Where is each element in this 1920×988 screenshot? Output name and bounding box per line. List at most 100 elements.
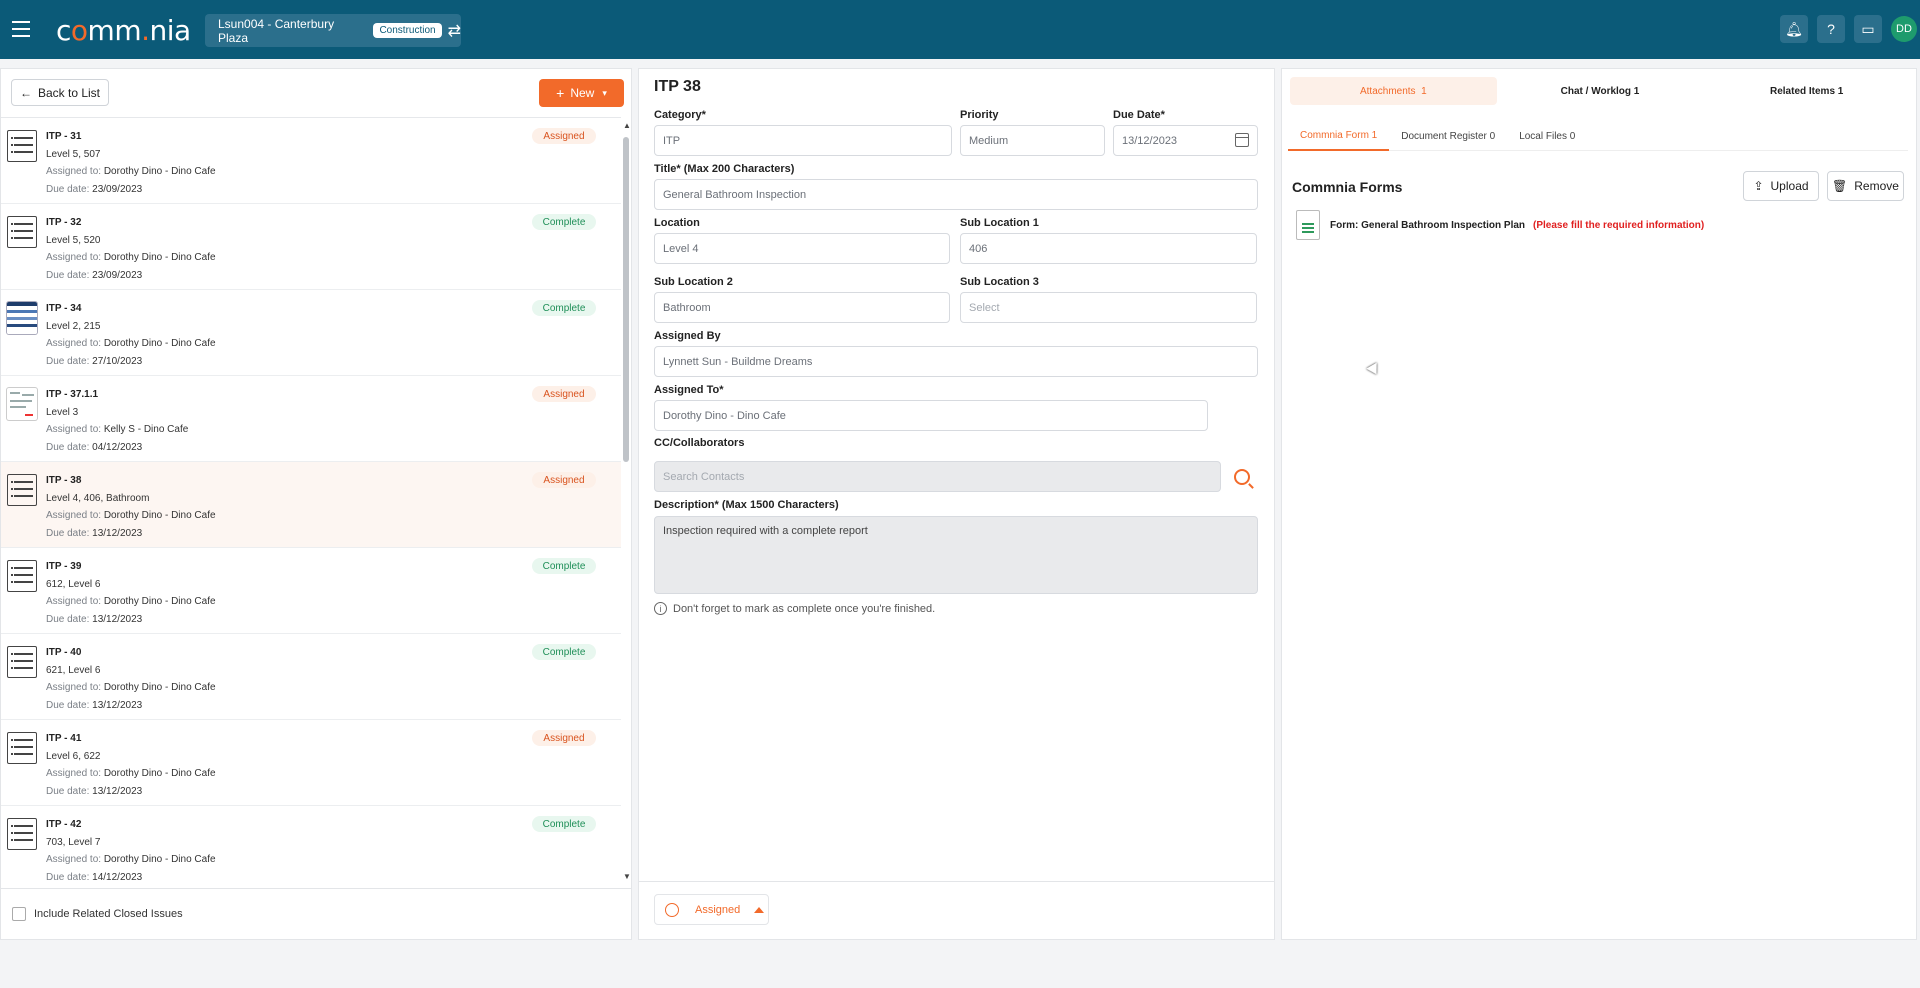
project-selector[interactable]: Lsun004 - Canterbury Plaza Construction … [205, 14, 461, 47]
item-due-date: Due date: 04/12/2023 [46, 442, 143, 453]
item-title: ITP - 42 [46, 819, 82, 830]
status-badge: Complete [532, 214, 596, 230]
menu-icon[interactable] [12, 21, 30, 37]
scroll-up-icon[interactable]: ▲ [623, 121, 631, 130]
list-item[interactable]: ITP - 32 Level 5, 520 Assigned to: Dorothy… [1, 204, 621, 290]
sub-location-1-label: Sub Location 1 [960, 217, 1039, 229]
list-item[interactable]: ITP - 37.1.1 Level 3 Assigned to: Kelly S … [1, 376, 621, 462]
item-title: ITP - 40 [46, 647, 82, 658]
upload-button[interactable]: ⇪ Upload [1743, 171, 1819, 201]
form-warning: (Please fill the required information) [1533, 219, 1705, 231]
due-date-field[interactable]: 13/12/2023 [1113, 125, 1258, 156]
attachment-subtabs: Commnia Form 1 Document Register 0 Local… [1288, 121, 1908, 151]
item-assignee: Assigned to: Dorothy Dino - Dino Cafe [46, 596, 216, 607]
tab-attachments[interactable]: Attachments 1 [1290, 77, 1497, 105]
checklist-icon [7, 130, 37, 162]
list-item[interactable]: ITP - 40 621, Level 6 Assigned to: Dorothy… [1, 634, 621, 720]
location-field[interactable]: Level 4 [654, 233, 950, 264]
tab-related-items[interactable]: Related Items 1 [1703, 77, 1910, 105]
scroll-down-icon[interactable]: ▼ [623, 872, 631, 881]
sub-location-2-label: Sub Location 2 [654, 276, 733, 288]
assigned-by-field: Lynnett Sun - Buildme Dreams [654, 346, 1258, 377]
status-badge: Assigned [532, 386, 596, 402]
avatar[interactable]: DD [1891, 16, 1917, 42]
item-due-date: Due date: 23/09/2023 [46, 184, 143, 195]
item-assignee: Assigned to: Dorothy Dino - Dino Cafe [46, 338, 216, 349]
checklist-icon [7, 560, 37, 592]
description-textarea[interactable]: Inspection required with a complete repo… [654, 516, 1258, 594]
chevron-down-icon: ▾ [602, 87, 607, 98]
remove-button[interactable]: 🗑︎ Remove [1827, 171, 1904, 201]
item-title: ITP - 39 [46, 561, 82, 572]
page-title: ITP 38 [654, 78, 701, 95]
form-document-icon [1296, 210, 1320, 240]
priority-field[interactable]: Medium [960, 125, 1105, 156]
logo[interactable]: comm.nia [56, 14, 191, 47]
item-due-date: Due date: 14/12/2023 [46, 872, 143, 883]
list-item[interactable]: ITP - 41 Level 6, 622 Assigned to: Dorothy… [1, 720, 621, 806]
help-icon[interactable]: ? [1817, 15, 1845, 43]
form-name[interactable]: Form: General Bathroom Inspection Plan [1330, 220, 1525, 231]
status-badge: Complete [532, 816, 596, 832]
tab-chat-worklog[interactable]: Chat / Worklog 1 [1497, 77, 1704, 105]
search-icon[interactable] [1234, 469, 1250, 485]
user-icon [665, 902, 679, 917]
priority-label: Priority [960, 109, 999, 121]
issue-list-panel: ← Back to List + New ▾ ITP - 31 Level 5, … [0, 68, 632, 940]
item-location: 703, Level 7 [46, 837, 101, 848]
item-assignee: Assigned to: Dorothy Dino - Dino Cafe [46, 166, 216, 177]
item-location: Level 2, 215 [46, 321, 101, 332]
list-item[interactable]: ITP - 38 Level 4, 406, Bathroom Assigned t… [1, 462, 621, 548]
list-item[interactable]: ITP - 39 612, Level 6 Assigned to: Dorothy… [1, 548, 621, 634]
list-item[interactable]: ITP - 42 703, Level 7 Assigned to: Dorothy… [1, 806, 621, 885]
location-label: Location [654, 217, 700, 229]
bell-icon[interactable]: 🔔︎ [1780, 15, 1808, 43]
assigned-to-field[interactable]: Dorothy Dino - Dino Cafe [654, 400, 1208, 431]
status-badge: Complete [532, 300, 596, 316]
sub-location-1-field[interactable]: 406 [960, 233, 1257, 264]
sub-location-3-select[interactable]: Select [960, 292, 1257, 323]
calendar-icon[interactable] [1235, 133, 1249, 147]
item-title: ITP - 38 [46, 475, 82, 486]
search-contacts-input[interactable]: Search Contacts [654, 461, 1221, 492]
thumbnail-image [7, 388, 37, 420]
item-title: ITP - 34 [46, 303, 82, 314]
status-button[interactable]: Assigned [654, 894, 769, 925]
trash-icon: 🗑︎ [1832, 179, 1848, 193]
list-item[interactable]: ITP - 31 Level 5, 507 Assigned to: Dorothy… [1, 118, 621, 204]
item-due-date: Due date: 13/12/2023 [46, 700, 143, 711]
sub-location-3-label: Sub Location 3 [960, 276, 1039, 288]
item-title: ITP - 32 [46, 217, 82, 228]
issue-detail-panel: ITP 38 Category* ITP Priority Medium Due… [638, 68, 1275, 940]
item-due-date: Due date: 27/10/2023 [46, 356, 143, 367]
project-name: Lsun004 - Canterbury Plaza [218, 16, 335, 45]
checklist-icon [7, 216, 37, 248]
title-field[interactable]: General Bathroom Inspection [654, 179, 1258, 210]
subtab-document-register[interactable]: Document Register 0 [1389, 121, 1507, 151]
subtab-local-files[interactable]: Local Files 0 [1507, 121, 1587, 151]
item-title: ITP - 31 [46, 131, 82, 142]
include-closed-checkbox[interactable] [12, 907, 26, 921]
list-scrollbar[interactable]: ▲ ▼ [621, 121, 631, 881]
issue-list: ITP - 31 Level 5, 507 Assigned to: Dorothy… [1, 117, 621, 885]
item-assignee: Assigned to: Kelly S - Dino Cafe [46, 424, 189, 435]
item-location: 612, Level 6 [46, 579, 101, 590]
include-closed-label: Include Related Closed Issues [34, 908, 183, 920]
status-badge: Complete [532, 644, 596, 660]
sub-location-2-field[interactable]: Bathroom [654, 292, 950, 323]
subtab-commnia-form[interactable]: Commnia Form 1 [1288, 121, 1390, 151]
item-assignee: Assigned to: Dorothy Dino - Dino Cafe [46, 510, 216, 521]
category-label: Category* [654, 109, 706, 121]
plus-icon: + [556, 85, 565, 101]
new-button[interactable]: + New ▾ [539, 79, 624, 107]
form-attachment[interactable]: Form: General Bathroom Inspection Plan (… [1296, 210, 1704, 240]
list-item[interactable]: ITP - 34 Level 2, 215 Assigned to: Dorothy… [1, 290, 621, 376]
back-to-list-button[interactable]: ← Back to List [11, 79, 109, 106]
item-location: Level 4, 406, Bathroom [46, 493, 150, 504]
category-field[interactable]: ITP [654, 125, 952, 156]
status-badge: Assigned [532, 128, 596, 144]
description-label: Description* (Max 1500 Characters) [654, 499, 839, 511]
list-footer: Include Related Closed Issues [1, 888, 631, 939]
chat-icon[interactable]: ▭ [1854, 15, 1882, 43]
assigned-to-label: Assigned To* [654, 384, 724, 396]
